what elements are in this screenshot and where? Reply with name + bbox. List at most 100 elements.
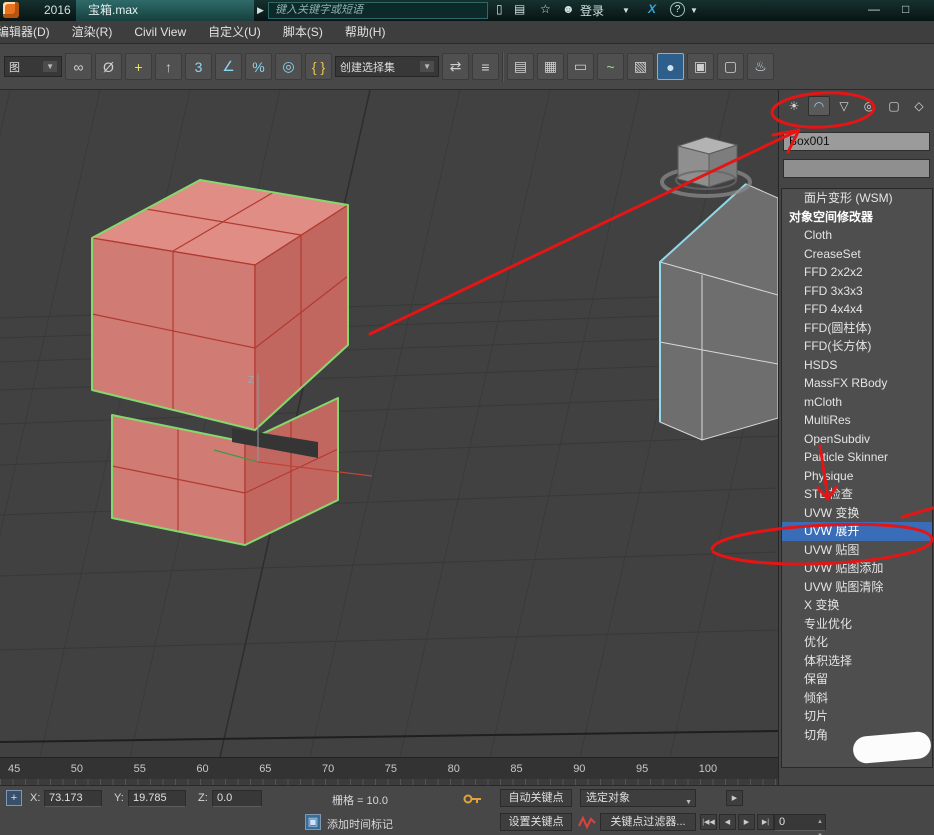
modifier-list-item-14[interactable]: OpenSubdiv xyxy=(782,430,932,449)
modifier-list-item-25[interactable]: 优化 xyxy=(782,633,932,652)
modifier-list-item-1[interactable]: 面片变形 (WSM) xyxy=(782,189,932,208)
modifier-list-item-10[interactable]: HSDS xyxy=(782,356,932,375)
align-icon[interactable]: ≡ xyxy=(472,53,499,80)
go-to-end-button[interactable]: ▶| xyxy=(757,814,774,830)
modifier-list-item-24[interactable]: 专业优化 xyxy=(782,615,932,634)
material-editor-icon[interactable]: ● xyxy=(657,53,684,80)
modifier-list-item-28[interactable]: 倾斜 xyxy=(782,689,932,708)
current-frame-field[interactable]: 0 ▲▼ xyxy=(774,814,826,831)
login-chevron-icon[interactable]: ▼ xyxy=(622,6,630,15)
snap-toggle-3d-icon[interactable]: 3 xyxy=(185,53,212,80)
gray-box-object[interactable] xyxy=(662,137,750,196)
user-icon[interactable]: ☻ xyxy=(562,2,575,16)
menu-item-4[interactable]: 自定义(U) xyxy=(197,21,272,44)
curve-editor-icon[interactable]: ~ xyxy=(597,53,624,80)
modifier-list-item-8[interactable]: FFD(圆柱体) xyxy=(782,319,932,338)
viewport-layout-combo[interactable]: 图▼ xyxy=(4,56,62,77)
modifier-list-item-5[interactable]: FFD 2x2x2 xyxy=(782,263,932,282)
modifier-list-item-22[interactable]: UVW 贴图清除 xyxy=(782,578,932,597)
mirror-icon[interactable]: ⇄ xyxy=(442,53,469,80)
modifier-list-item-15[interactable]: Particle Skinner xyxy=(782,448,932,467)
ribbon-toggle-icon[interactable]: ▭ xyxy=(567,53,594,80)
search-arrow-icon[interactable]: ▶ xyxy=(257,5,264,16)
display-tab-icon[interactable]: ▢ xyxy=(883,96,905,116)
utilities-tab-icon[interactable]: ◇ xyxy=(908,96,930,116)
select-and-move-icon[interactable]: + xyxy=(125,53,152,80)
help-chevron-icon[interactable]: ▼ xyxy=(690,6,698,15)
modifier-list-item-21[interactable]: UVW 贴图添加 xyxy=(782,559,932,578)
selection-set-dropdown[interactable]: 选定对象 ▼ xyxy=(580,789,696,807)
modifier-list-item-13[interactable]: MultiRes xyxy=(782,411,932,430)
layer-manager-icon[interactable]: ▦ xyxy=(537,53,564,80)
next-key-button[interactable]: ▶ xyxy=(726,790,743,806)
modifier-list-item-19[interactable]: UVW 展开 xyxy=(782,522,932,541)
x-coordinate-field[interactable]: 73.173 xyxy=(44,790,102,807)
workspace-icon[interactable]: ▯ xyxy=(496,2,503,16)
modifier-list-item-17[interactable]: STL 检查 xyxy=(782,485,932,504)
menu-item-5[interactable]: 脚本(S) xyxy=(272,21,334,44)
modifier-list-item-11[interactable]: MassFX RBody xyxy=(782,374,932,393)
schematic-view-icon[interactable]: ▧ xyxy=(627,53,654,80)
login-label[interactable]: 登录 xyxy=(580,2,604,19)
play-button[interactable]: ▶ xyxy=(738,814,755,830)
named-selection-set-combo[interactable]: 创建选择集▼ xyxy=(335,56,439,77)
percent-snap-icon[interactable]: % xyxy=(245,53,272,80)
search-input[interactable]: 键入关键字或短语 xyxy=(268,2,488,19)
key-filters-button[interactable]: 关键点过滤器... xyxy=(600,813,696,831)
modifier-list-item-20[interactable]: UVW 贴图 xyxy=(782,541,932,560)
select-and-link-icon[interactable]: ∞ xyxy=(65,53,92,80)
object-name-field[interactable]: Box001 xyxy=(783,132,930,151)
modifier-list-item-16[interactable]: Physique xyxy=(782,467,932,486)
modifier-list-item-3[interactable]: Cloth xyxy=(782,226,932,245)
z-coordinate-field[interactable]: 0.0 xyxy=(212,790,262,807)
unlink-selection-icon[interactable]: Ø xyxy=(95,53,122,80)
time-tag-icon[interactable]: ▣ xyxy=(305,814,321,830)
rendered-frame-icon[interactable]: ▢ xyxy=(717,53,744,80)
modifier-list-item-27[interactable]: 保留 xyxy=(782,670,932,689)
keyboard-override-icon[interactable]: { } xyxy=(305,53,332,80)
render-setup-icon[interactable]: ▣ xyxy=(687,53,714,80)
create-tab-icon[interactable]: ☀ xyxy=(783,96,805,116)
exchange-x-icon[interactable]: X xyxy=(648,2,656,16)
modifier-list-item-9[interactable]: FFD(长方体) xyxy=(782,337,932,356)
modifier-list-item-7[interactable]: FFD 4x4x4 xyxy=(782,300,932,319)
modifier-list-combo[interactable] xyxy=(783,159,930,178)
chest-top-box[interactable] xyxy=(92,180,348,430)
minimize-icon[interactable]: — xyxy=(868,2,880,16)
hierarchy-tab-icon[interactable]: ▽ xyxy=(833,96,855,116)
app-logo-icon[interactable] xyxy=(3,2,19,18)
menu-item-1[interactable]: 编辑器(D) xyxy=(0,21,61,44)
modifier-list-item-18[interactable]: UVW 变换 xyxy=(782,504,932,523)
help-icon[interactable]: ? xyxy=(670,2,685,17)
modifier-list-item-4[interactable]: CreaseSet xyxy=(782,245,932,264)
modifier-list-item-29[interactable]: 切片 xyxy=(782,707,932,726)
maximize-icon[interactable]: □ xyxy=(902,2,909,16)
motion-tab-icon[interactable]: ◎ xyxy=(858,96,880,116)
favorites-star-icon[interactable]: ☆ xyxy=(540,2,551,16)
menu-item-6[interactable]: 帮助(H) xyxy=(334,21,397,44)
set-key-button[interactable]: 设置关键点 xyxy=(500,813,572,831)
menu-item-3[interactable]: Civil View xyxy=(123,21,197,44)
menu-item-2[interactable]: 渲染(R) xyxy=(61,21,124,44)
frame-spinner[interactable]: ▲▼ xyxy=(817,815,823,835)
modifier-list-item-6[interactable]: FFD 3x3x3 xyxy=(782,282,932,301)
scene-explorer-icon[interactable]: ▤ xyxy=(507,53,534,80)
modifier-list-item-23[interactable]: X 变换 xyxy=(782,596,932,615)
auto-key-button[interactable]: 自动关键点 xyxy=(500,789,572,807)
transform-type-in-icon[interactable]: + xyxy=(6,790,22,806)
viewport[interactable]: Z xyxy=(0,90,778,757)
modifier-list-item-12[interactable]: mCloth xyxy=(782,393,932,412)
timeline-ruler[interactable]: 4550556065707580859095100 xyxy=(0,757,778,785)
select-and-place-icon[interactable]: ↑ xyxy=(155,53,182,80)
modify-tab-icon[interactable]: ◠ xyxy=(808,96,830,116)
previous-frame-button[interactable]: ◀ xyxy=(719,814,736,830)
spinner-snap-icon[interactable]: ◎ xyxy=(275,53,302,80)
add-time-tag-label[interactable]: 添加时间标记 xyxy=(327,816,393,832)
go-to-start-button[interactable]: |◀◀ xyxy=(700,814,717,830)
modifier-list-item-2[interactable]: 对象空间修改器 xyxy=(782,208,932,227)
angle-snap-icon[interactable]: ∠ xyxy=(215,53,242,80)
wireframe-box-object[interactable] xyxy=(660,184,778,440)
modifier-list-item-26[interactable]: 体积选择 xyxy=(782,652,932,671)
communication-icon[interactable]: ▤ xyxy=(514,2,525,16)
render-production-icon[interactable]: ♨ xyxy=(747,53,774,80)
